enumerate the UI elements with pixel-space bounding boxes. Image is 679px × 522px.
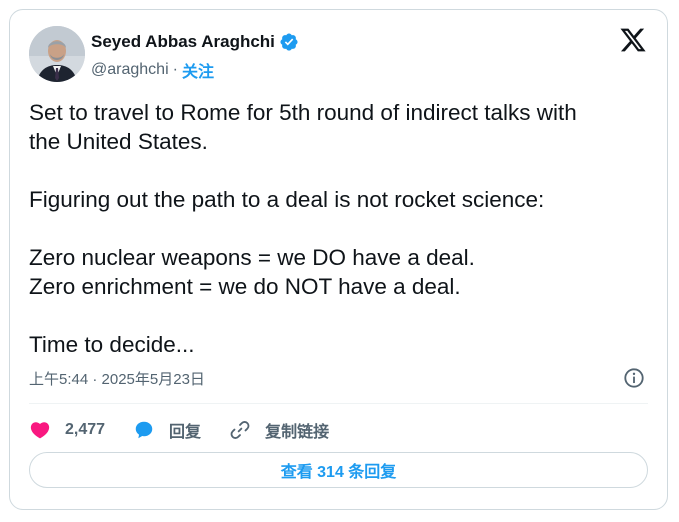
author-handle-row: @araghchi · 关注 — [91, 58, 214, 82]
reply-label: 回复 — [169, 424, 202, 441]
link-icon — [230, 421, 250, 439]
like-count: 2,477 — [65, 421, 106, 438]
reply-bubble-icon — [135, 421, 153, 439]
like-button[interactable]: 2,477 — [29, 419, 105, 441]
tweet-text: Set to travel to Rome for 5th round of i… — [29, 100, 577, 357]
tweet-card: Seyed Abbas Araghchi @araghchi · 关注 Set … — [9, 9, 668, 510]
follow-button[interactable]: 关注 — [182, 58, 214, 82]
reply-button[interactable]: 回复 — [133, 418, 201, 442]
action-bar: 2,477 回复 复制链接 — [29, 414, 357, 446]
avatar[interactable] — [29, 26, 85, 82]
verified-badge-icon — [280, 33, 298, 51]
view-replies-button[interactable]: 查看 314 条回复 — [29, 452, 648, 488]
author-handle[interactable]: @araghchi — [91, 61, 169, 79]
handle-separator: · — [172, 61, 178, 78]
copy-link-label: 复制链接 — [265, 424, 330, 441]
tweet-timestamp[interactable]: 上午5:44 · 2025年5月23日 — [29, 368, 205, 389]
copy-link-button[interactable]: 复制链接 — [229, 418, 329, 442]
x-logo-icon[interactable] — [619, 26, 647, 54]
author-name-row: Seyed Abbas Araghchi — [91, 32, 299, 52]
tweet-timestamp-row: 上午5:44 · 2025年5月23日 — [29, 368, 205, 389]
author-name[interactable]: Seyed Abbas Araghchi — [91, 32, 275, 52]
divider — [29, 403, 648, 404]
avatar-photo — [29, 26, 85, 82]
heart-icon — [30, 422, 50, 439]
info-icon[interactable] — [623, 367, 645, 389]
